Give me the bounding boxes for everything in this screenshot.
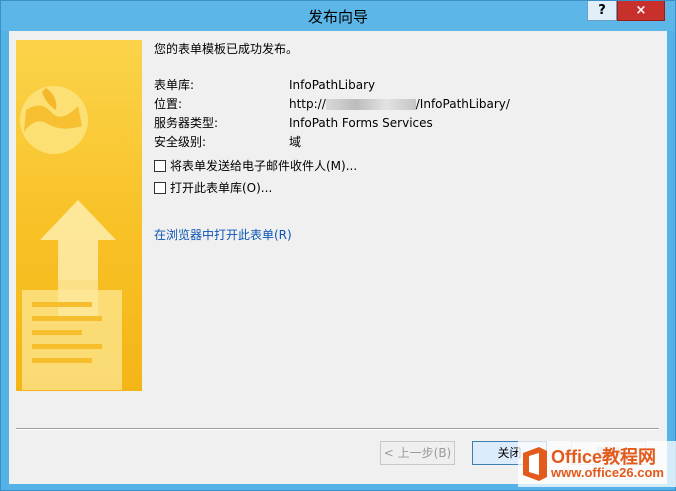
window-title: 发布向导 — [307, 8, 368, 26]
office-logo-icon — [523, 447, 547, 481]
detail-label: 服务器类型: — [154, 116, 219, 130]
detail-value: 域 — [289, 135, 302, 149]
banner-artwork-icon — [20, 86, 122, 390]
publish-wizard-window: 发布向导 ? × 您的表单模板已成功发布。 表单库: InfoPathLibar… — [0, 0, 676, 491]
help-button[interactable]: ? — [587, 1, 617, 21]
close-window-button[interactable]: × — [617, 1, 665, 21]
redacted-server-name — [325, 99, 416, 110]
checkbox-box[interactable] — [154, 182, 166, 194]
footer-divider — [16, 428, 659, 430]
checkbox-label: 打开此表单库(O)... — [170, 181, 273, 195]
detail-value: http:// /InfoPathLibary/ — [289, 96, 510, 112]
detail-label: 表单库: — [154, 78, 195, 92]
wizard-banner-image — [16, 40, 142, 391]
dialog-body: 您的表单模板已成功发布。 表单库: InfoPathLibary 位置: htt… — [9, 31, 667, 484]
detail-value: InfoPath Forms Services — [289, 116, 433, 130]
title-bar[interactable]: 发布向导 ? × — [1, 1, 675, 31]
content-area: 您的表单模板已成功发布。 表单库: InfoPathLibary 位置: htt… — [154, 31, 654, 431]
detail-label: 安全级别: — [154, 135, 207, 149]
open-in-browser-link[interactable]: 在浏览器中打开此表单(R) — [154, 226, 292, 243]
watermark-url: www.office26.com — [551, 465, 664, 480]
success-message: 您的表单模板已成功发布。 — [154, 42, 299, 56]
detail-label: 位置: — [154, 97, 183, 111]
back-button[interactable]: < 上一步(B) — [380, 441, 455, 465]
checkbox-label: 将表单发送给电子邮件收件人(M)... — [170, 159, 358, 173]
open-library-checkbox[interactable]: 打开此表单库(O)... — [154, 180, 272, 196]
site-watermark: Office教程网 www.office26.com — [518, 441, 676, 487]
detail-value: InfoPathLibary — [289, 78, 376, 92]
url-suffix: /InfoPathLibary/ — [415, 97, 510, 111]
send-email-checkbox[interactable]: 将表单发送给电子邮件收件人(M)... — [154, 158, 357, 174]
checkbox-box[interactable] — [154, 160, 166, 172]
url-prefix: http:// — [289, 97, 326, 111]
